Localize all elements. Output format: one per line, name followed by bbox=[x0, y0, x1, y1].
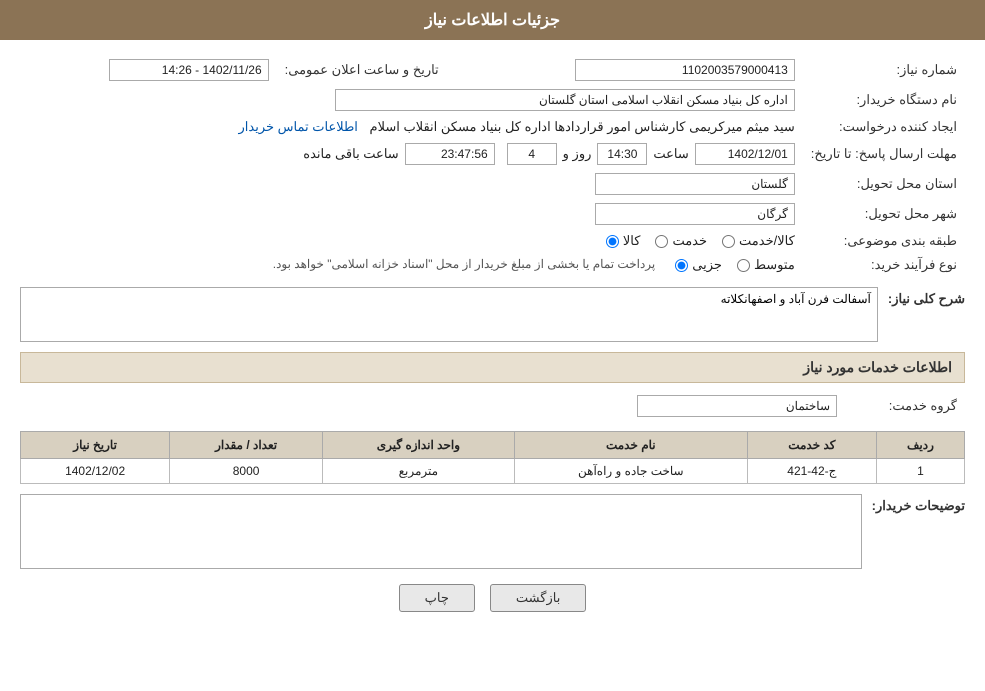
label-delivery-province: استان محل تحویل: bbox=[803, 169, 965, 199]
label-reply-deadline: مهلت ارسال پاسخ: تا تاریخ: bbox=[803, 139, 965, 169]
col-header-row: ردیف bbox=[876, 432, 964, 459]
value-reply-deadline: 1402/12/01 ساعت 14:30 روز و 4 23:47:56 س… bbox=[20, 139, 803, 169]
row-delivery-city: شهر محل تحویل: گرگان bbox=[20, 199, 965, 229]
col-header-date: تاریخ نیاز bbox=[21, 432, 170, 459]
table-header-row: ردیف کد خدمت نام خدمت واحد اندازه گیری ت… bbox=[21, 432, 965, 459]
label-delivery-city: شهر محل تحویل: bbox=[803, 199, 965, 229]
radio-kala-khedmat-label: کالا/خدمت bbox=[739, 233, 795, 249]
reply-date-display: 1402/12/01 bbox=[695, 143, 795, 165]
main-info-table: شماره نیاز: 1102003579000413 تاریخ و ساع… bbox=[20, 55, 965, 277]
value-need-number: 1102003579000413 bbox=[459, 55, 803, 85]
requester-name-text: سید میثم میرکریمی کارشناس امور قراردادها… bbox=[370, 119, 795, 134]
label-service-group: گروه خدمت: bbox=[845, 391, 965, 421]
buyer-desc-textarea[interactable] bbox=[21, 495, 861, 565]
label-buyer-org: نام دستگاه خریدار: bbox=[803, 85, 965, 115]
value-purchase-type: متوسط جزیی پرداخت تمام یا بخشی از مبلغ خ… bbox=[20, 253, 803, 277]
cell-date: 1402/12/02 bbox=[21, 459, 170, 484]
reply-time-display: 14:30 bbox=[597, 143, 647, 165]
label-need-number: شماره نیاز: bbox=[803, 55, 965, 85]
value-announce-date: 1402/11/26 - 14:26 bbox=[20, 55, 277, 85]
back-button[interactable]: بازگشت bbox=[490, 584, 586, 612]
buyer-desc-wrapper bbox=[20, 494, 862, 569]
radio-jozei-label: جزیی bbox=[692, 257, 722, 273]
label-purchase-type: نوع فرآیند خرید: bbox=[803, 253, 965, 277]
value-service-group: ساختمان bbox=[20, 391, 845, 421]
row-service-group: گروه خدمت: ساختمان bbox=[20, 391, 965, 421]
services-section-header: اطلاعات خدمات مورد نیاز bbox=[20, 352, 965, 383]
col-header-service-code: کد خدمت bbox=[747, 432, 876, 459]
announce-date-display: 1402/11/26 - 14:26 bbox=[109, 59, 269, 81]
label-days: روز و bbox=[563, 146, 592, 162]
cell-unit: مترمربع bbox=[322, 459, 514, 484]
services-data-table: ردیف کد خدمت نام خدمت واحد اندازه گیری ت… bbox=[20, 431, 965, 484]
days-count-display: 4 bbox=[507, 143, 557, 165]
radio-khedmat[interactable]: خدمت bbox=[655, 233, 707, 249]
row-buyer-org: نام دستگاه خریدار: اداره کل بنیاد مسکن ا… bbox=[20, 85, 965, 115]
need-description-label: شرح کلی نیاز: bbox=[888, 287, 965, 311]
label-time: ساعت bbox=[653, 146, 688, 162]
buyer-org-display: اداره کل بنیاد مسکن انقلاب اسلامی استان … bbox=[335, 89, 795, 111]
table-row: 1ج-42-421ساخت جاده و راه‌آهنمترمربع80001… bbox=[21, 459, 965, 484]
row-requester: ایجاد کننده درخواست: سید میثم میرکریمی ک… bbox=[20, 115, 965, 139]
row-reply-deadline: مهلت ارسال پاسخ: تا تاریخ: 1402/12/01 سا… bbox=[20, 139, 965, 169]
contact-info-link[interactable]: اطلاعات تماس خریدار bbox=[239, 119, 358, 134]
radio-kala[interactable]: کالا bbox=[606, 233, 641, 249]
label-requester: ایجاد کننده درخواست: bbox=[803, 115, 965, 139]
delivery-city-display: گرگان bbox=[595, 203, 795, 225]
value-buyer-org: اداره کل بنیاد مسکن انقلاب اسلامی استان … bbox=[20, 85, 803, 115]
remaining-time-display: 23:47:56 bbox=[405, 143, 495, 165]
row-need-number: شماره نیاز: 1102003579000413 تاریخ و ساع… bbox=[20, 55, 965, 85]
service-group-display: ساختمان bbox=[637, 395, 837, 417]
buyer-desc-label: توضیحات خریدار: bbox=[872, 494, 965, 518]
purchase-type-note: پرداخت تمام یا بخشی از مبلغ خریدار از مح… bbox=[273, 257, 656, 271]
page-title: جزئیات اطلاعات نیاز bbox=[425, 12, 560, 29]
need-description-textarea[interactable]: آسفالت فرن آباد و اصفهانکلاته bbox=[21, 288, 877, 338]
cell-quantity: 8000 bbox=[170, 459, 323, 484]
page-container: جزئیات اطلاعات نیاز شماره نیاز: 11020035… bbox=[0, 0, 985, 691]
delivery-province-display: گلستان bbox=[595, 173, 795, 195]
row-subject-category: طبقه بندی موضوعی: کالا/خدمت خدمت کالا bbox=[20, 229, 965, 253]
radio-jozei[interactable]: جزیی bbox=[675, 257, 722, 273]
row-purchase-type: نوع فرآیند خرید: متوسط جزیی bbox=[20, 253, 965, 277]
page-header: جزئیات اطلاعات نیاز bbox=[0, 0, 985, 40]
radio-kala-khedmat[interactable]: کالا/خدمت bbox=[722, 233, 795, 249]
remaining-time-label: ساعت باقی مانده bbox=[303, 146, 398, 162]
service-group-table: گروه خدمت: ساختمان bbox=[20, 391, 965, 421]
buyer-desc-row: توضیحات خریدار: bbox=[20, 494, 965, 569]
radio-khedmat-label: خدمت bbox=[672, 233, 707, 249]
value-requester: سید میثم میرکریمی کارشناس امور قراردادها… bbox=[20, 115, 803, 139]
col-header-quantity: تعداد / مقدار bbox=[170, 432, 323, 459]
need-number-display: 1102003579000413 bbox=[575, 59, 795, 81]
services-table-body: 1ج-42-421ساخت جاده و راه‌آهنمترمربع80001… bbox=[21, 459, 965, 484]
radio-motavaset-label: متوسط bbox=[754, 257, 795, 273]
label-announce-date: تاریخ و ساعت اعلان عمومی: bbox=[277, 55, 459, 85]
cell-row: 1 bbox=[876, 459, 964, 484]
value-subject-category: کالا/خدمت خدمت کالا bbox=[20, 229, 803, 253]
row-delivery-province: استان محل تحویل: گلستان bbox=[20, 169, 965, 199]
content-area: شماره نیاز: 1102003579000413 تاریخ و ساع… bbox=[0, 40, 985, 642]
value-delivery-province: گلستان bbox=[20, 169, 803, 199]
radio-motavaset[interactable]: متوسط bbox=[737, 257, 795, 273]
need-description-row: شرح کلی نیاز: آسفالت فرن آباد و اصفهانکل… bbox=[20, 287, 965, 342]
radio-kala-label: کالا bbox=[623, 233, 641, 249]
label-subject-category: طبقه بندی موضوعی: bbox=[803, 229, 965, 253]
value-delivery-city: گرگان bbox=[20, 199, 803, 229]
col-header-unit: واحد اندازه گیری bbox=[322, 432, 514, 459]
cell-service_name: ساخت جاده و راه‌آهن bbox=[514, 459, 747, 484]
button-row: بازگشت چاپ bbox=[20, 584, 965, 612]
col-header-service-name: نام خدمت bbox=[514, 432, 747, 459]
print-button[interactable]: چاپ bbox=[399, 584, 475, 612]
cell-service_code: ج-42-421 bbox=[747, 459, 876, 484]
need-description-wrapper: آسفالت فرن آباد و اصفهانکلاته bbox=[20, 287, 878, 342]
